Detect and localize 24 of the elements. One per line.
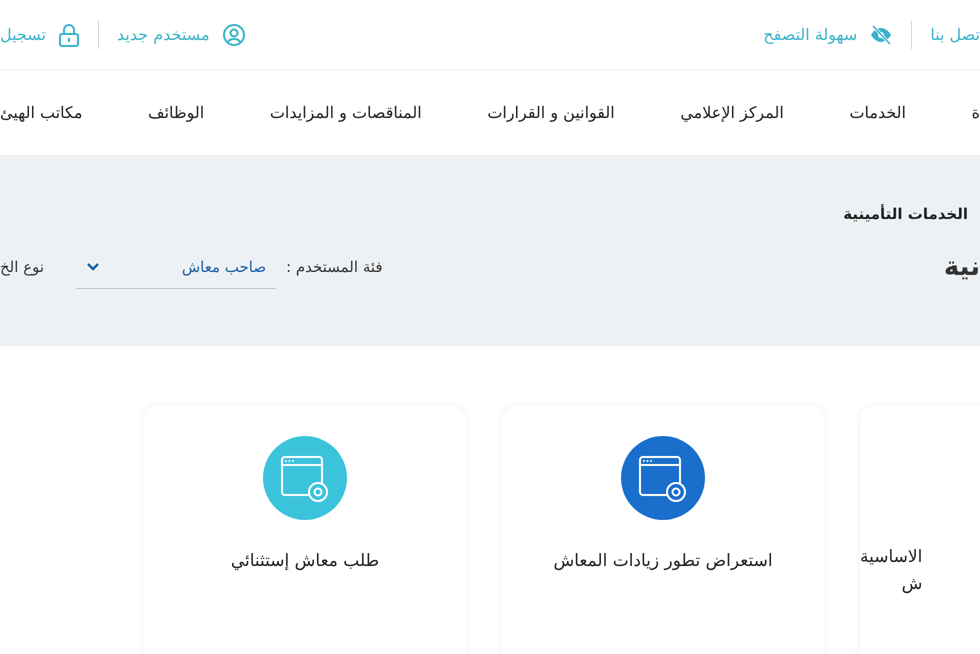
- nav-item[interactable]: الخدمات: [849, 103, 906, 122]
- user-icon: [222, 22, 246, 46]
- card-title: الاساسية ش: [860, 546, 922, 596]
- service-card[interactable]: الاساسية ش: [860, 406, 980, 654]
- breadcrumb: الخدمات التأمينية: [842, 205, 968, 223]
- service-card[interactable]: طلب معاش إستثنائي: [144, 406, 466, 654]
- nav-item[interactable]: القوانين و القرارات: [487, 103, 615, 122]
- browser-gear-icon: [621, 436, 705, 520]
- chevron-down-icon: [86, 262, 100, 272]
- nav-item[interactable]: المناقصات و المزايدات: [270, 103, 422, 122]
- nav-item[interactable]: الوظائف: [148, 103, 204, 122]
- eye-off-icon: [869, 22, 894, 46]
- browser-gear-icon: [263, 436, 347, 520]
- filter-label: نوع الخ: [0, 258, 44, 276]
- user-category-select[interactable]: صاحب معاش: [76, 245, 276, 289]
- lock-icon: [58, 22, 80, 46]
- nav-item[interactable]: المركز الإعلامي: [680, 103, 784, 122]
- nav-item[interactable]: مكاتب الهيئ: [0, 103, 82, 122]
- page-title: نية: [944, 252, 980, 282]
- card-title: استعراض تطور زيادات المعاش: [553, 550, 773, 573]
- nav-item[interactable]: ة: [972, 103, 980, 122]
- filter-label: فئة المستخدم :: [286, 258, 383, 276]
- card-title: طلب معاش إستثنائي: [230, 550, 380, 573]
- service-card[interactable]: استعراض تطور زيادات المعاش: [502, 406, 824, 654]
